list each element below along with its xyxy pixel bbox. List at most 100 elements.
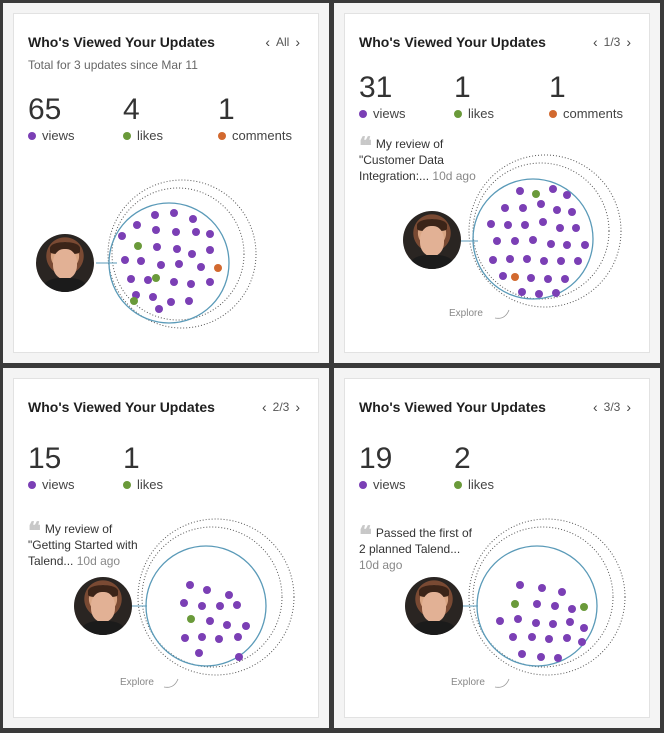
viewers-network-graph[interactable] bbox=[345, 14, 651, 354]
viewer-dot[interactable] bbox=[144, 276, 152, 284]
liker-dot[interactable] bbox=[532, 190, 540, 198]
viewer-dot[interactable] bbox=[545, 635, 553, 643]
viewer-dot[interactable] bbox=[499, 272, 507, 280]
viewer-dot[interactable] bbox=[527, 274, 535, 282]
viewer-dot[interactable] bbox=[523, 255, 531, 263]
viewer-dot[interactable] bbox=[487, 220, 495, 228]
viewer-dot[interactable] bbox=[198, 602, 206, 610]
viewer-dot[interactable] bbox=[188, 250, 196, 258]
viewer-dot[interactable] bbox=[551, 602, 559, 610]
viewer-dot[interactable] bbox=[547, 240, 555, 248]
profile-avatar[interactable] bbox=[405, 577, 463, 635]
viewer-dot[interactable] bbox=[195, 649, 203, 657]
viewer-dot[interactable] bbox=[137, 257, 145, 265]
viewer-dot[interactable] bbox=[544, 275, 552, 283]
viewer-dot[interactable] bbox=[215, 635, 223, 643]
liker-dot[interactable] bbox=[187, 615, 195, 623]
viewer-dot[interactable] bbox=[197, 263, 205, 271]
viewer-dot[interactable] bbox=[574, 257, 582, 265]
viewer-dot[interactable] bbox=[151, 211, 159, 219]
viewer-dot[interactable] bbox=[514, 615, 522, 623]
viewer-dot[interactable] bbox=[563, 634, 571, 642]
viewer-dot[interactable] bbox=[538, 584, 546, 592]
viewer-dot[interactable] bbox=[549, 185, 557, 193]
viewers-network-graph[interactable] bbox=[345, 379, 651, 719]
viewer-dot[interactable] bbox=[167, 298, 175, 306]
viewer-dot[interactable] bbox=[501, 204, 509, 212]
viewer-dot[interactable] bbox=[537, 653, 545, 661]
viewer-dot[interactable] bbox=[516, 187, 524, 195]
viewer-dot[interactable] bbox=[189, 215, 197, 223]
viewer-dot[interactable] bbox=[152, 226, 160, 234]
viewer-dot[interactable] bbox=[172, 228, 180, 236]
viewer-dot[interactable] bbox=[206, 617, 214, 625]
viewer-dot[interactable] bbox=[157, 261, 165, 269]
viewer-dot[interactable] bbox=[155, 305, 163, 313]
viewer-dot[interactable] bbox=[235, 653, 243, 661]
viewer-dot[interactable] bbox=[521, 221, 529, 229]
viewer-dot[interactable] bbox=[242, 622, 250, 630]
viewer-dot[interactable] bbox=[186, 581, 194, 589]
viewer-dot[interactable] bbox=[516, 581, 524, 589]
viewer-dot[interactable] bbox=[149, 293, 157, 301]
viewer-dot[interactable] bbox=[206, 278, 214, 286]
viewer-dot[interactable] bbox=[121, 256, 129, 264]
viewer-dot[interactable] bbox=[173, 245, 181, 253]
explore-link[interactable]: Explore bbox=[451, 677, 485, 688]
viewer-dot[interactable] bbox=[556, 224, 564, 232]
viewer-dot[interactable] bbox=[234, 633, 242, 641]
viewer-dot[interactable] bbox=[554, 654, 562, 662]
viewer-dot[interactable] bbox=[578, 638, 586, 646]
viewer-dot[interactable] bbox=[170, 209, 178, 217]
viewer-dot[interactable] bbox=[206, 230, 214, 238]
viewer-dot[interactable] bbox=[540, 257, 548, 265]
viewers-network-graph[interactable] bbox=[14, 379, 320, 719]
viewer-dot[interactable] bbox=[203, 586, 211, 594]
viewer-dot[interactable] bbox=[509, 633, 517, 641]
viewer-dot[interactable] bbox=[580, 624, 588, 632]
viewer-dot[interactable] bbox=[581, 241, 589, 249]
viewer-dot[interactable] bbox=[568, 208, 576, 216]
viewer-dot[interactable] bbox=[175, 260, 183, 268]
viewer-dot[interactable] bbox=[493, 237, 501, 245]
viewer-dot[interactable] bbox=[133, 221, 141, 229]
viewer-dot[interactable] bbox=[127, 275, 135, 283]
viewer-dot[interactable] bbox=[187, 280, 195, 288]
viewer-dot[interactable] bbox=[511, 237, 519, 245]
viewer-dot[interactable] bbox=[223, 621, 231, 629]
viewer-dot[interactable] bbox=[170, 278, 178, 286]
viewer-dot[interactable] bbox=[528, 633, 536, 641]
viewer-dot[interactable] bbox=[518, 288, 526, 296]
viewer-dot[interactable] bbox=[563, 191, 571, 199]
profile-avatar[interactable] bbox=[403, 211, 461, 269]
viewer-dot[interactable] bbox=[233, 601, 241, 609]
viewer-dot[interactable] bbox=[225, 591, 233, 599]
viewer-dot[interactable] bbox=[557, 257, 565, 265]
liker-dot[interactable] bbox=[152, 274, 160, 282]
commenter-dot[interactable] bbox=[511, 273, 519, 281]
viewer-dot[interactable] bbox=[558, 588, 566, 596]
viewer-dot[interactable] bbox=[553, 206, 561, 214]
viewer-dot[interactable] bbox=[216, 602, 224, 610]
viewer-dot[interactable] bbox=[563, 241, 571, 249]
viewer-dot[interactable] bbox=[192, 228, 200, 236]
viewer-dot[interactable] bbox=[519, 204, 527, 212]
viewer-dot[interactable] bbox=[568, 605, 576, 613]
viewer-dot[interactable] bbox=[489, 256, 497, 264]
liker-dot[interactable] bbox=[130, 297, 138, 305]
viewer-dot[interactable] bbox=[549, 620, 557, 628]
viewer-dot[interactable] bbox=[552, 289, 560, 297]
viewer-dot[interactable] bbox=[535, 290, 543, 298]
viewer-dot[interactable] bbox=[529, 236, 537, 244]
liker-dot[interactable] bbox=[511, 600, 519, 608]
viewer-dot[interactable] bbox=[118, 232, 126, 240]
viewer-dot[interactable] bbox=[181, 634, 189, 642]
explore-link[interactable]: Explore bbox=[449, 308, 483, 319]
viewer-dot[interactable] bbox=[566, 618, 574, 626]
viewer-dot[interactable] bbox=[561, 275, 569, 283]
viewer-dot[interactable] bbox=[198, 633, 206, 641]
viewer-dot[interactable] bbox=[206, 246, 214, 254]
viewer-dot[interactable] bbox=[185, 297, 193, 305]
viewer-dot[interactable] bbox=[153, 243, 161, 251]
viewer-dot[interactable] bbox=[537, 200, 545, 208]
